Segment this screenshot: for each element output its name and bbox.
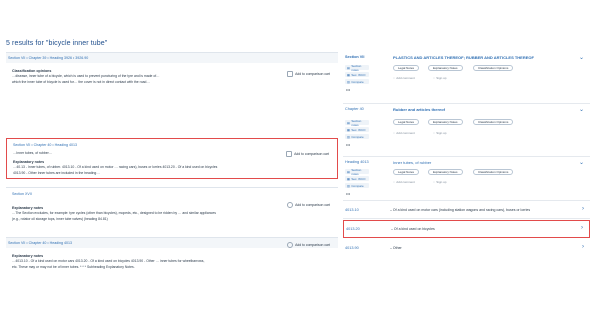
sign-up[interactable]: ◌ Sign up [433, 180, 446, 184]
heading-title[interactable]: Inner tubes, of rubber [393, 160, 431, 165]
chevron-right-icon[interactable]: › [582, 206, 584, 212]
sign-up[interactable]: ◌ Sign up [433, 131, 446, 135]
classification-tree: Section VII PLASTICS AND ARTICLES THEREO… [343, 52, 590, 258]
chevron-down-icon[interactable]: ⌄ [579, 106, 584, 113]
explanatory-notes-pill[interactable]: Explanatory Notes [428, 119, 463, 125]
classification-opinions-pill[interactable]: Classification Opinions [473, 119, 514, 125]
classification-opinions-pill[interactable]: Classification Opinions [473, 169, 514, 175]
checkbox-icon[interactable] [287, 242, 294, 248]
tree-section[interactable]: Section VII PLASTICS AND ARTICLES THEREO… [343, 52, 590, 104]
link-icon: ▦ [347, 127, 350, 132]
code-number[interactable]: 4013.90 [345, 246, 359, 250]
result-desc: …4013.10 - Of a kind used on motor cars … [12, 259, 205, 263]
compare-icon: ▥ [347, 134, 350, 139]
more-icon[interactable]: ••• [346, 87, 350, 92]
compare-icon: ▥ [347, 183, 350, 188]
code-row[interactable]: 4013.10 – Of a kind used on motor cars (… [343, 201, 590, 219]
result-desc: …The Section excludes, for example: tyre… [12, 211, 216, 215]
tree-chapter[interactable]: Chapter 40 Rubber and articles thereof ⌄… [343, 104, 590, 157]
checkbox-icon[interactable] [287, 202, 294, 208]
results-list: Section VII • Chapter 39 • Heading 3926 … [6, 52, 338, 287]
result-desc: etc. These may or may not be of inner tu… [12, 265, 135, 269]
code-desc: – Of a kind used on bicycles [391, 227, 435, 231]
code-number[interactable]: 4013.20 [346, 227, 360, 231]
heading-label[interactable]: Heading 4013 [345, 160, 369, 164]
add-comparison[interactable]: Add to comparison cart [286, 151, 329, 157]
add-comparison[interactable]: Add to comparison cart [287, 242, 330, 248]
result-desc: which the inner tube of bicycle is used … [12, 80, 150, 84]
chevron-right-icon[interactable]: › [581, 225, 583, 231]
section-notes-button[interactable]: ▤ Section notes [345, 168, 369, 176]
page-title: 5 results for "bicycle inner tube" [6, 40, 108, 47]
legal-notes-pill[interactable]: Legal Notes [393, 119, 420, 125]
link-icon: ▦ [347, 72, 350, 77]
result-card[interactable]: Section VII • Chapter 40 • Heading 4013 … [6, 237, 338, 287]
code-row-selected[interactable]: 4013.20 – Of a kind used on bicycles › [343, 220, 590, 238]
result-card[interactable]: Section VII • Chapter 39 • Heading 3926 … [6, 52, 338, 110]
chevron-down-icon[interactable]: ⌄ [579, 159, 584, 166]
legal-notes-pill[interactable]: Legal Notes [393, 65, 420, 71]
section-notes-button[interactable]: ▤ Section notes [345, 119, 369, 127]
result-label: Explanatory notes [12, 254, 44, 258]
chapter-title[interactable]: Rubber and articles thereof [393, 107, 445, 112]
compare-icon: ▥ [347, 79, 350, 84]
classification-opinions-pill[interactable]: Classification Opinions [473, 65, 514, 71]
document-icon: ▤ [347, 169, 350, 174]
explanatory-notes-pill[interactable]: Explanatory Notes [428, 65, 463, 71]
wco-button[interactable]: ▦ Sec. WCO [345, 176, 369, 181]
code-row[interactable]: 4013.90 – Other › [343, 238, 590, 258]
document-icon: ▤ [347, 120, 350, 125]
result-desc: …40.13 - Inner tubes, of rubber. 4013.10… [13, 165, 218, 169]
add-comment[interactable]: ◌ Add comment [393, 76, 415, 80]
add-comment[interactable]: ◌ Add comment [393, 180, 415, 184]
section-label[interactable]: Section VII [345, 55, 364, 59]
bell-icon: ◌ [433, 76, 435, 80]
checkbox-icon[interactable] [286, 151, 293, 157]
explanatory-notes-pill[interactable]: Explanatory Notes [428, 169, 463, 175]
section-title[interactable]: PLASTICS AND ARTICLES THEREOF; RUBBER AN… [393, 55, 534, 60]
breadcrumb[interactable]: Section XVII [12, 192, 334, 196]
breadcrumb[interactable]: Section VII • Chapter 40 • Heading 4013 [13, 143, 333, 147]
result-line: …Inner tubes, of rubber… [13, 151, 53, 155]
bell-icon: ◌ [433, 180, 435, 184]
result-desc: 4013.90 - Other Inner tubes are included… [13, 171, 100, 175]
result-desc: (e.g., rotator oil storage tops, inner t… [12, 217, 108, 221]
sign-up[interactable]: ◌ Sign up [433, 76, 446, 80]
wco-button[interactable]: ▦ Sec. WCO [345, 72, 369, 77]
result-desc: …disease, inner tube of a bicycle, which… [12, 74, 160, 78]
result-label: Explanatory notes [12, 206, 44, 210]
comment-icon: ◌ [393, 180, 395, 184]
add-comparison[interactable]: Add to comparison cart [287, 71, 330, 77]
chapter-label[interactable]: Chapter 40 [345, 107, 364, 111]
code-number[interactable]: 4013.10 [345, 208, 359, 212]
result-label: Explanatory notes [13, 160, 45, 164]
more-icon[interactable]: ••• [346, 142, 350, 147]
comment-icon: ◌ [393, 131, 395, 135]
link-icon: ▦ [347, 176, 350, 181]
bell-icon: ◌ [433, 131, 435, 135]
tree-heading[interactable]: Heading 4013 Inner tubes, of rubber ⌄ ▤ S… [343, 157, 590, 201]
result-label: Classification opinions [12, 69, 52, 73]
checkbox-icon[interactable] [287, 71, 294, 77]
more-icon[interactable]: ••• [346, 191, 350, 196]
breadcrumb[interactable]: Section VII • Chapter 39 • Heading 3926 … [8, 56, 336, 60]
code-desc: – Other [390, 246, 402, 250]
code-desc: – Of a kind used on motor cars (includin… [390, 208, 531, 212]
document-icon: ▤ [347, 65, 350, 70]
comment-icon: ◌ [393, 76, 395, 80]
result-card[interactable]: Section VII • Chapter 40 • Heading 4013 … [6, 138, 338, 179]
chevron-right-icon[interactable]: › [582, 244, 584, 250]
compare-button[interactable]: ▥ Compare [345, 183, 369, 188]
wco-button[interactable]: ▦ Sec. WCO [345, 127, 369, 132]
add-comparison[interactable]: Add to comparison cart [287, 202, 330, 208]
result-card[interactable]: Section XVII Add to comparison cart Expl… [6, 187, 338, 233]
legal-notes-pill[interactable]: Legal Notes [393, 169, 420, 175]
chevron-down-icon[interactable]: ⌄ [579, 54, 584, 61]
compare-button[interactable]: ▥ Compare [345, 79, 369, 84]
compare-button[interactable]: ▥ Compare [345, 134, 369, 139]
section-notes-button[interactable]: ▤ Section notes [345, 64, 369, 72]
add-comment[interactable]: ◌ Add comment [393, 131, 415, 135]
